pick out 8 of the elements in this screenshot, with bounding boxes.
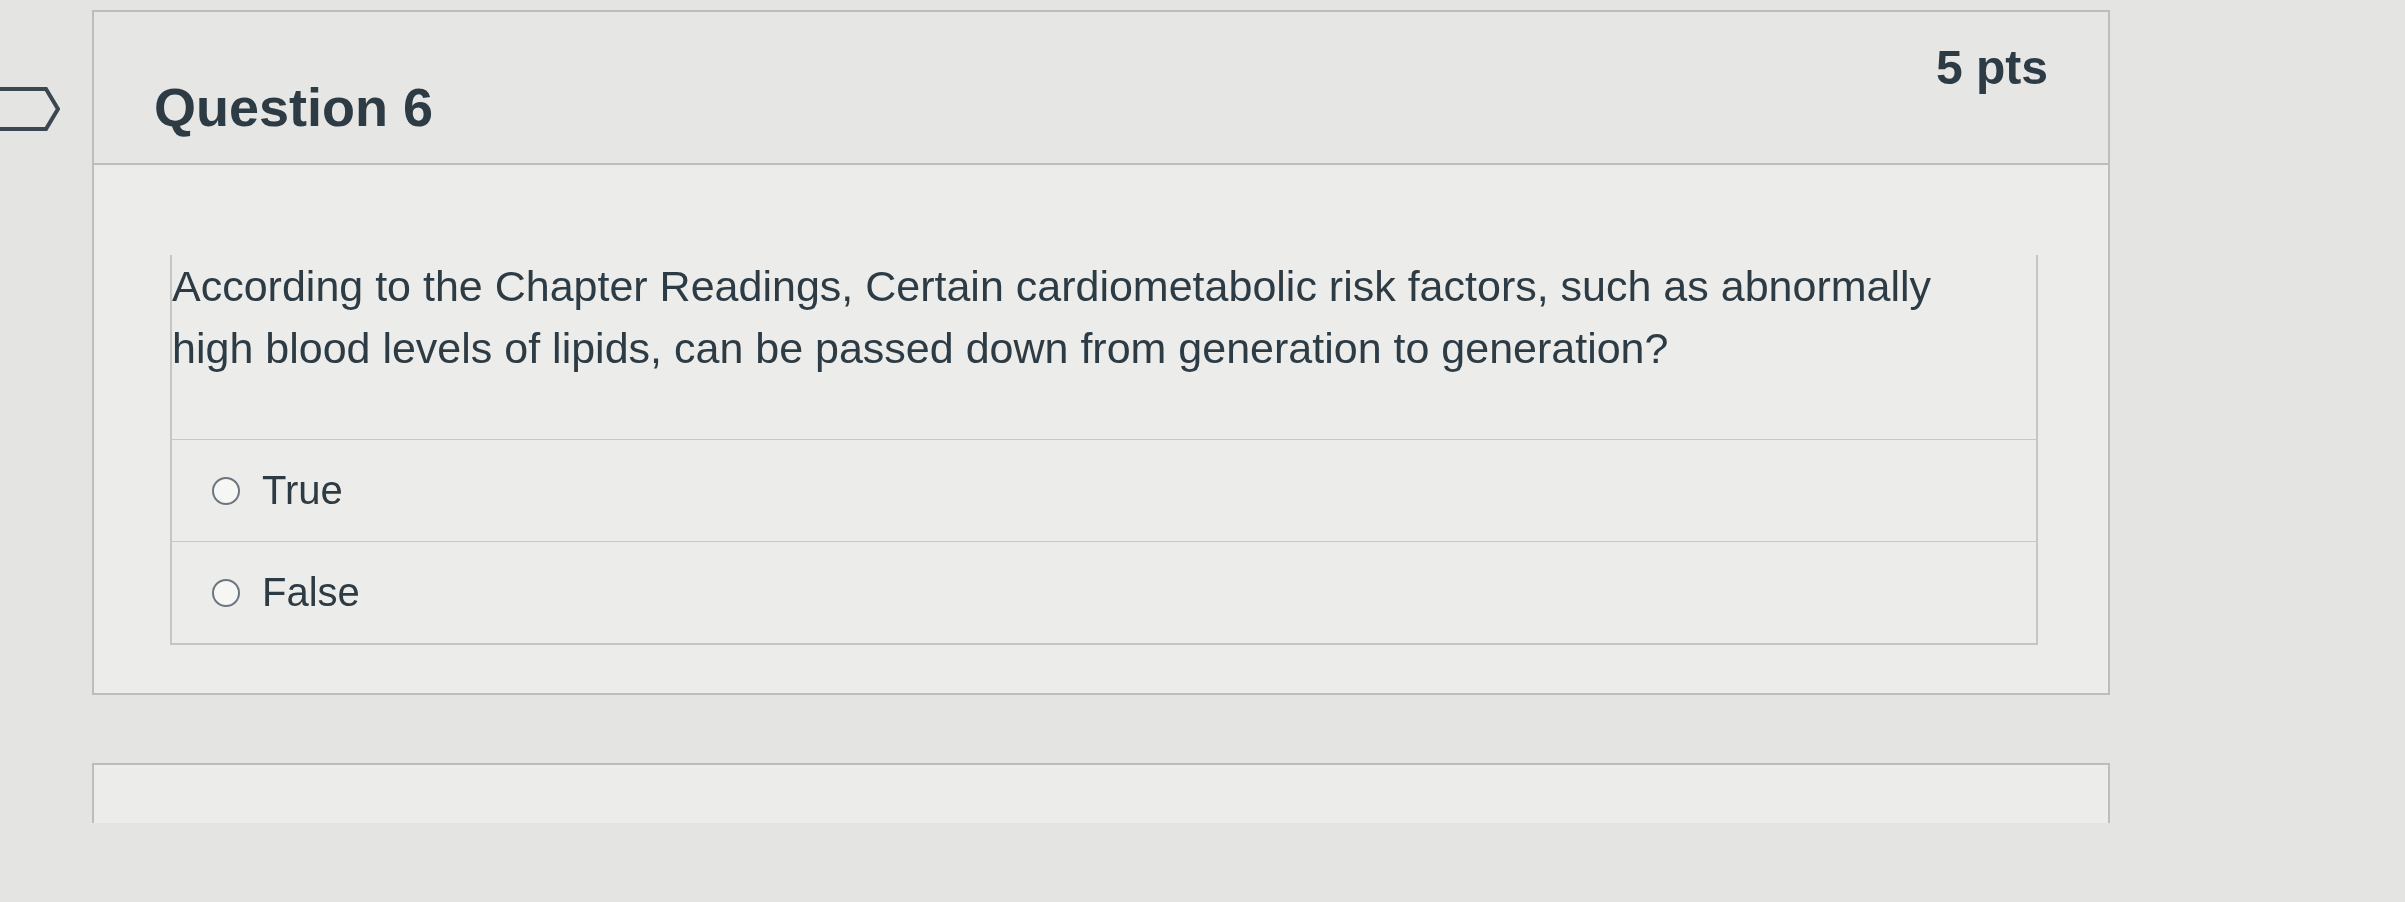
answer-label: True	[262, 468, 343, 513]
radio-button[interactable]	[212, 476, 240, 505]
points-label: 5 pts	[1935, 40, 2048, 95]
question-text: According to the Chapter Readings, Certain cardiometabolic risk factors, such as abnormally high blood levels of lipids, can be passed down from generation to generation?	[172, 261, 1933, 374]
question-title: Question 6	[154, 76, 434, 138]
radio-button[interactable]	[212, 578, 240, 607]
answer-label: False	[262, 570, 360, 615]
bookmark-icon[interactable]	[0, 85, 60, 133]
